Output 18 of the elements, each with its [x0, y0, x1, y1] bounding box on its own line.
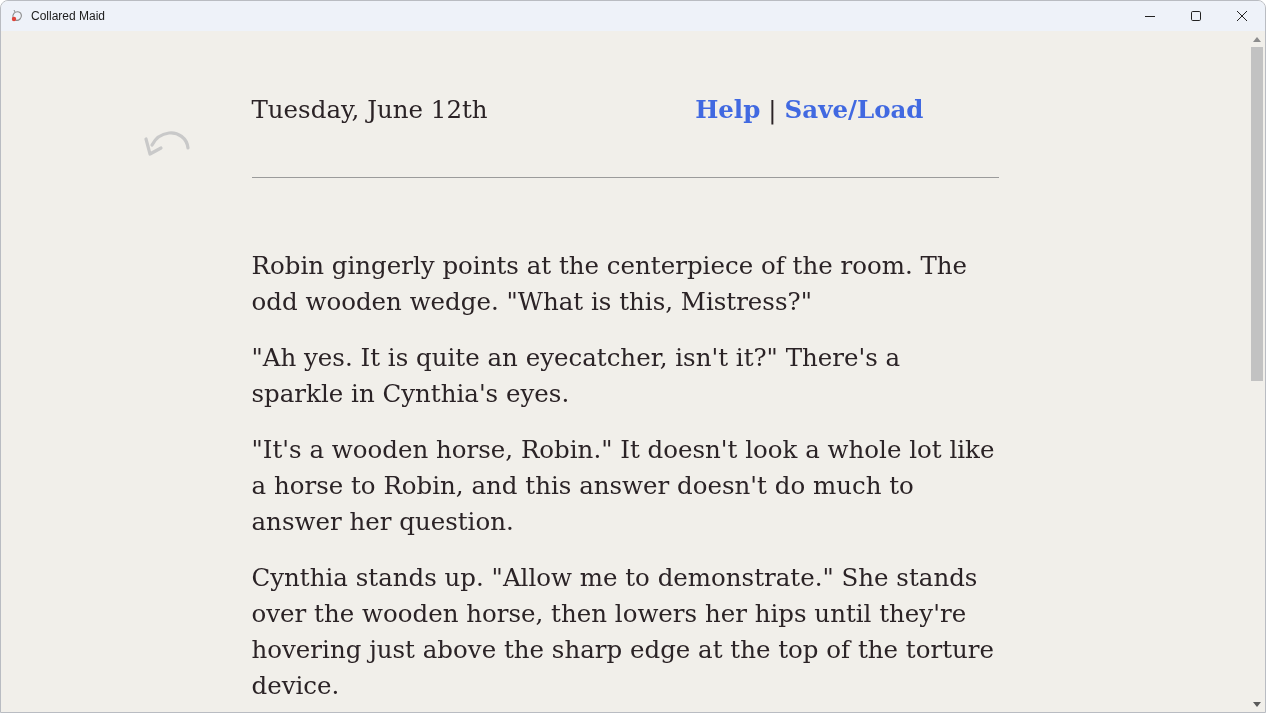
date-heading: Tuesday, June 12th: [251, 94, 488, 126]
app-icon: [10, 9, 24, 23]
link-separator: |: [768, 94, 777, 127]
scroll-down-icon[interactable]: [1253, 702, 1261, 707]
undo-button[interactable]: [143, 130, 192, 158]
close-icon: [1237, 11, 1247, 21]
scrollbar-thumb[interactable]: [1251, 47, 1263, 381]
maximize-icon: [1191, 11, 1201, 21]
undo-icon: [143, 130, 192, 158]
scroll-up-icon[interactable]: [1253, 37, 1261, 42]
minimize-icon: [1145, 15, 1155, 17]
story-paragraph: Cynthia stands up. "Allow me to demonstrate." She stands over the wooden horse, then lowers her hips until they're hovering just above the sharp edge at the top of the torture device.: [251, 562, 995, 702]
save-load-link[interactable]: Save/Load: [784, 92, 924, 128]
window-title: Collared Maid: [31, 9, 106, 23]
help-link[interactable]: Help: [695, 92, 761, 128]
story-paragraph: "Ah yes. It is quite an eyecatcher, isn't it?" There's a sparkle in Cynthia's eyes.: [251, 342, 902, 410]
story-paragraph: Robin gingerly points at the centerpiece of the room. The odd wooden wedge. "What is this, Mistress?": [251, 250, 969, 318]
story-paragraph: "It's a wooden horse, Robin." It doesn't look a whole lot like a horse to Robin, and this answer doesn't do much to answer her question.: [251, 434, 996, 538]
